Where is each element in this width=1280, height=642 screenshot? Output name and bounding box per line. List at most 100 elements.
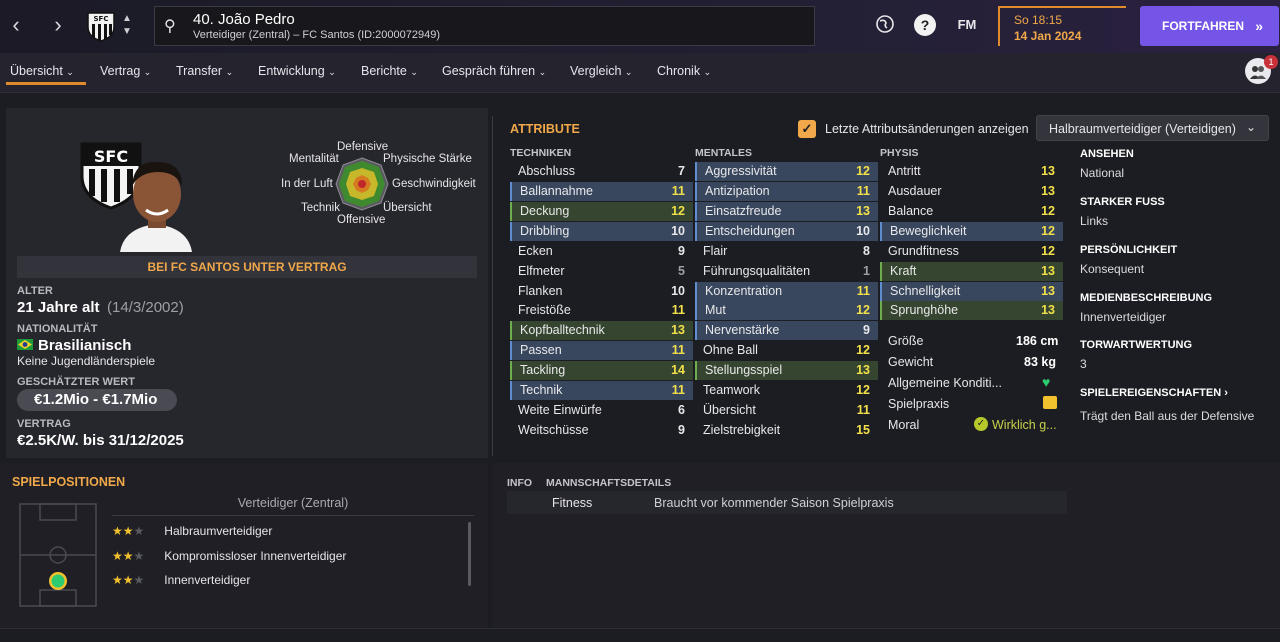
media-value: Innenverteidiger xyxy=(1080,310,1167,324)
technical-attribute-row[interactable]: Flanken 10 xyxy=(510,282,693,301)
mental-attribute-row[interactable]: Flair 8 xyxy=(695,242,878,261)
date-display: So 18:15 14 Jan 2024 xyxy=(998,6,1126,46)
mental-attribute-row[interactable]: Ohne Ball 12 xyxy=(695,341,878,360)
mental-attribute-row[interactable]: Übersicht 11 xyxy=(695,401,878,420)
pitch-diagram xyxy=(19,503,97,607)
star-rating: ★★★ xyxy=(112,549,144,563)
tab-transfer[interactable]: Transfer ⌄ xyxy=(176,64,233,78)
foot-label: STARKER FUSS xyxy=(1080,196,1165,208)
tab-uebersicht[interactable]: Übersicht ⌄ xyxy=(10,64,74,78)
gk-rating-label: TORWARTWERTUNG xyxy=(1080,339,1193,351)
fm-menu-button[interactable]: FM xyxy=(952,14,982,36)
technical-attribute-row[interactable]: Ecken 9 xyxy=(510,242,693,261)
mental-attribute-row[interactable]: Konzentration 11 xyxy=(695,281,878,301)
technical-attribute-row[interactable]: Tackling 14 xyxy=(510,361,693,381)
up-down-chevron-icon[interactable]: ▲ ▼ xyxy=(122,12,132,38)
physical-attribute-row[interactable]: Schnelligkeit 13 xyxy=(880,281,1063,301)
technical-attribute-row[interactable]: Kopfballtechnik 13 xyxy=(510,321,693,341)
physical-attribute-row[interactable]: Antritt 13 xyxy=(880,162,1063,181)
tab-team-details[interactable]: MANNSCHAFTSDETAILS xyxy=(546,477,671,489)
mental-attribute-row[interactable]: Mut 12 xyxy=(695,301,878,321)
mental-attribute-row[interactable]: Teamwork 12 xyxy=(695,381,878,400)
search-icon: ⚲ xyxy=(164,18,176,35)
mental-header: MENTALES xyxy=(695,147,752,159)
physical-attribute-row[interactable]: Kraft 13 xyxy=(880,261,1063,281)
scrollbar[interactable] xyxy=(468,522,471,586)
physical-attribute-row[interactable]: Beweglichkeit 12 xyxy=(880,221,1063,241)
technical-attribute-row[interactable]: Ballannahme 11 xyxy=(510,181,693,201)
mental-attribute-row[interactable]: Führungsqualitäten 1 xyxy=(695,262,878,281)
tab-chronik[interactable]: Chronik ⌄ xyxy=(657,64,711,78)
physical-attribute-row[interactable]: Ausdauer 13 xyxy=(880,182,1063,201)
physical-attribute-row[interactable]: Balance 12 xyxy=(880,202,1063,221)
attribute-name: Ballannahme xyxy=(520,183,593,198)
attribute-name: Tackling xyxy=(520,363,566,378)
attribute-value: 14 xyxy=(671,363,685,378)
tab-berichte[interactable]: Berichte ⌄ xyxy=(361,64,418,78)
continue-button[interactable]: FORTFAHREN » xyxy=(1140,6,1279,46)
mental-attribute-row[interactable]: Zielstrebigkeit 15 xyxy=(695,421,878,440)
forward-arrow-icon[interactable]: › xyxy=(44,10,72,40)
help-icon[interactable]: ? xyxy=(914,14,936,36)
attribute-name: Ecken xyxy=(518,243,553,258)
role-row[interactable]: ★★★ Kompromissloser Innenverteidiger xyxy=(112,549,346,563)
technical-attribute-row[interactable]: Freistöße 11 xyxy=(510,301,693,320)
attribute-name: Konzentration xyxy=(705,283,783,298)
mental-attribute-row[interactable]: Aggressivität 12 xyxy=(695,162,878,181)
player-search-box[interactable]: ⚲ 40. João Pedro Verteidiger (Zentral) –… xyxy=(154,6,815,46)
mental-attribute-row[interactable]: Stellungsspiel 13 xyxy=(695,361,878,381)
nationality-value: Brasilianisch xyxy=(38,337,132,354)
player-portrait xyxy=(120,161,192,252)
technical-attribute-row[interactable]: Technik 11 xyxy=(510,381,693,401)
attribute-radar-chart xyxy=(335,157,389,211)
radar-label-mentalitaet: Mentalität xyxy=(289,153,339,165)
tab-vergleich[interactable]: Vergleich ⌄ xyxy=(570,64,632,78)
club-crest-icon[interactable]: SFC xyxy=(84,9,118,43)
height-value: 186 cm xyxy=(1016,334,1059,348)
role-row[interactable]: ★★★ Halbraumverteidiger xyxy=(112,524,272,538)
divider xyxy=(492,116,493,456)
attribute-name: Nervenstärke xyxy=(705,323,780,338)
technical-attribute-row[interactable]: Deckung 12 xyxy=(510,201,693,221)
technical-attribute-row[interactable]: Weite Einwürfe 6 xyxy=(510,401,693,420)
age-label: ALTER xyxy=(17,285,53,297)
mental-attribute-row[interactable]: Einsatzfreude 13 xyxy=(695,201,878,221)
star-icon: ★ xyxy=(122,573,134,587)
height-label: Größe xyxy=(888,334,924,348)
tab-gespraech[interactable]: Gespräch führen ⌄ xyxy=(442,64,546,78)
traits-link[interactable]: SPIELEREIGENSCHAFTEN › xyxy=(1080,387,1228,399)
divider xyxy=(0,628,1280,629)
tab-vertrag[interactable]: Vertrag ⌄ xyxy=(100,64,151,78)
tab-info[interactable]: INFO xyxy=(507,477,532,489)
back-arrow-icon[interactable]: ‹ xyxy=(2,10,30,40)
technical-attribute-row[interactable]: Dribbling 10 xyxy=(510,221,693,241)
attribute-name: Mut xyxy=(705,303,726,318)
attribute-value: 12 xyxy=(1041,203,1055,218)
mental-attribute-row[interactable]: Nervenstärke 9 xyxy=(695,321,878,341)
star-icon: ★ xyxy=(112,573,123,587)
role-select[interactable]: Halbraumverteidiger (Verteidigen) ⌄ xyxy=(1036,115,1269,141)
attribute-value: 12 xyxy=(671,203,685,218)
technical-attribute-row[interactable]: Weitschüsse 9 xyxy=(510,421,693,440)
youth-caps-note: Keine Jugendländerspiele xyxy=(17,354,156,368)
star-icon: ★ xyxy=(122,524,134,538)
practice-label: Spielpraxis xyxy=(888,397,950,411)
attribute-value: 11 xyxy=(856,403,870,418)
technical-attribute-row[interactable]: Passen 11 xyxy=(510,341,693,361)
technical-attribute-row[interactable]: Abschluss 7 xyxy=(510,162,693,181)
attribute-changes-checkbox[interactable]: ✓ xyxy=(798,120,816,138)
role-row[interactable]: ★★★ Innenverteidiger xyxy=(112,573,250,587)
mental-attribute-row[interactable]: Antizipation 11 xyxy=(695,181,878,201)
physical-attribute-row[interactable]: Sprunghöhe 13 xyxy=(880,301,1063,321)
tab-entwicklung[interactable]: Entwicklung ⌄ xyxy=(258,64,336,78)
technical-attribute-row[interactable]: Elfmeter 5 xyxy=(510,262,693,281)
personality-label: PERSÖNLICHKEIT xyxy=(1080,244,1178,256)
physical-attribute-row[interactable]: Grundfitness 12 xyxy=(880,242,1063,261)
nationality-label: NATIONALITÄT xyxy=(17,323,98,335)
attribute-name: Flanken xyxy=(518,283,563,298)
age-value: 21 Jahre alt xyxy=(17,299,100,316)
globe-icon[interactable] xyxy=(874,14,896,36)
mental-attribute-row[interactable]: Entscheidungen 10 xyxy=(695,221,878,241)
star-icon: ★ xyxy=(133,548,145,563)
player-subtitle: Verteidiger (Zentral) – FC Santos (ID:20… xyxy=(193,29,441,41)
